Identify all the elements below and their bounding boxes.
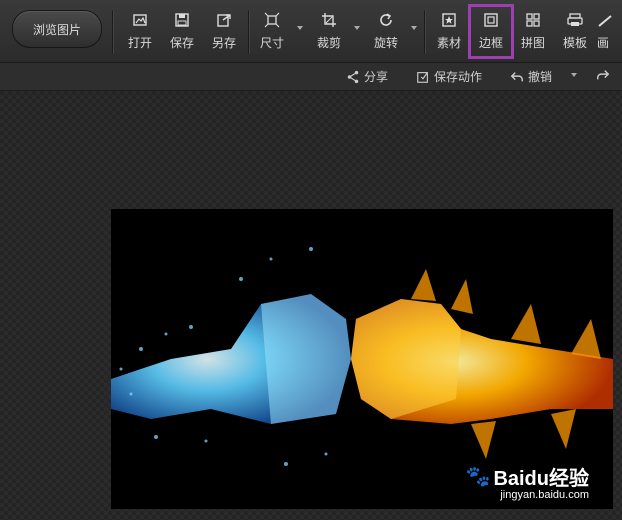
edited-photo: 🐾 Baidu经验 jingyan.baidu.com <box>111 209 613 509</box>
watermark: 🐾 Baidu经验 jingyan.baidu.com <box>466 462 589 501</box>
main-toolbar: 浏览图片 打开 保存 另存 尺寸 裁剪 旋转 素材 边框 拼图 模板 画 <box>0 0 622 63</box>
toolbar-separator <box>112 10 114 54</box>
save-button[interactable]: 保存 <box>162 8 202 56</box>
toolbar-separator <box>248 10 250 54</box>
resize-button[interactable]: 尺寸 <box>252 8 292 56</box>
draw-icon <box>597 8 622 30</box>
crop-button[interactable]: 裁剪 <box>309 8 349 56</box>
save-icon <box>162 8 202 30</box>
undo-button[interactable]: 撤销 <box>510 68 552 85</box>
save-as-icon <box>204 8 244 30</box>
template-button[interactable]: 模板 <box>555 8 595 56</box>
template-icon <box>555 8 595 30</box>
browse-images-button[interactable]: 浏览图片 <box>12 10 102 48</box>
redo-button[interactable] <box>596 68 610 82</box>
draw-label: 画 <box>597 36 610 50</box>
collage-label: 拼图 <box>520 36 545 50</box>
save-action-icon <box>417 71 428 83</box>
editor-canvas[interactable]: 🐾 Baidu经验 jingyan.baidu.com <box>0 91 622 520</box>
save-as-button[interactable]: 另存 <box>204 8 244 56</box>
collage-button[interactable]: 拼图 <box>513 8 553 56</box>
rotate-button[interactable]: 旋转 <box>366 8 406 56</box>
resize-icon <box>252 8 292 30</box>
crop-icon <box>309 8 349 30</box>
material-button[interactable]: 素材 <box>429 8 469 56</box>
rotate-label: 旋转 <box>373 36 398 50</box>
open-button[interactable]: 打开 <box>120 8 160 56</box>
watermark-brand-text: Baidu经验 <box>493 468 589 490</box>
save-as-label: 另存 <box>211 36 236 50</box>
resize-label: 尺寸 <box>259 36 284 50</box>
open-label: 打开 <box>127 36 152 50</box>
share-icon <box>347 70 359 83</box>
toolbar-separator <box>424 10 426 54</box>
share-button[interactable]: 分享 <box>346 68 388 85</box>
secondary-toolbar: 分享 保存动作 撤销 <box>0 63 622 91</box>
redo-icon <box>597 70 610 80</box>
undo-label: 撤销 <box>528 70 553 84</box>
watermark-brand: 🐾 Baidu经验 <box>466 462 589 491</box>
material-icon <box>429 8 469 30</box>
undo-icon <box>510 71 523 81</box>
material-label: 素材 <box>436 36 461 50</box>
undo-dropdown-icon[interactable] <box>571 73 577 77</box>
paw-icon: 🐾 <box>465 466 491 488</box>
watermark-url: jingyan.baidu.com <box>500 489 589 501</box>
template-label: 模板 <box>562 36 587 50</box>
rotate-icon <box>366 8 406 30</box>
save-action-button[interactable]: 保存动作 <box>416 68 482 85</box>
resize-dropdown-icon[interactable] <box>297 26 303 30</box>
crop-label: 裁剪 <box>316 36 341 50</box>
share-label: 分享 <box>364 70 389 84</box>
rotate-dropdown-icon[interactable] <box>411 26 417 30</box>
draw-button[interactable]: 画 <box>597 8 622 56</box>
crop-dropdown-icon[interactable] <box>354 26 360 30</box>
collage-icon <box>513 8 553 30</box>
save-action-label: 保存动作 <box>434 70 483 84</box>
open-icon <box>120 8 160 30</box>
border-tool-highlight <box>468 4 514 59</box>
save-label: 保存 <box>169 36 194 50</box>
